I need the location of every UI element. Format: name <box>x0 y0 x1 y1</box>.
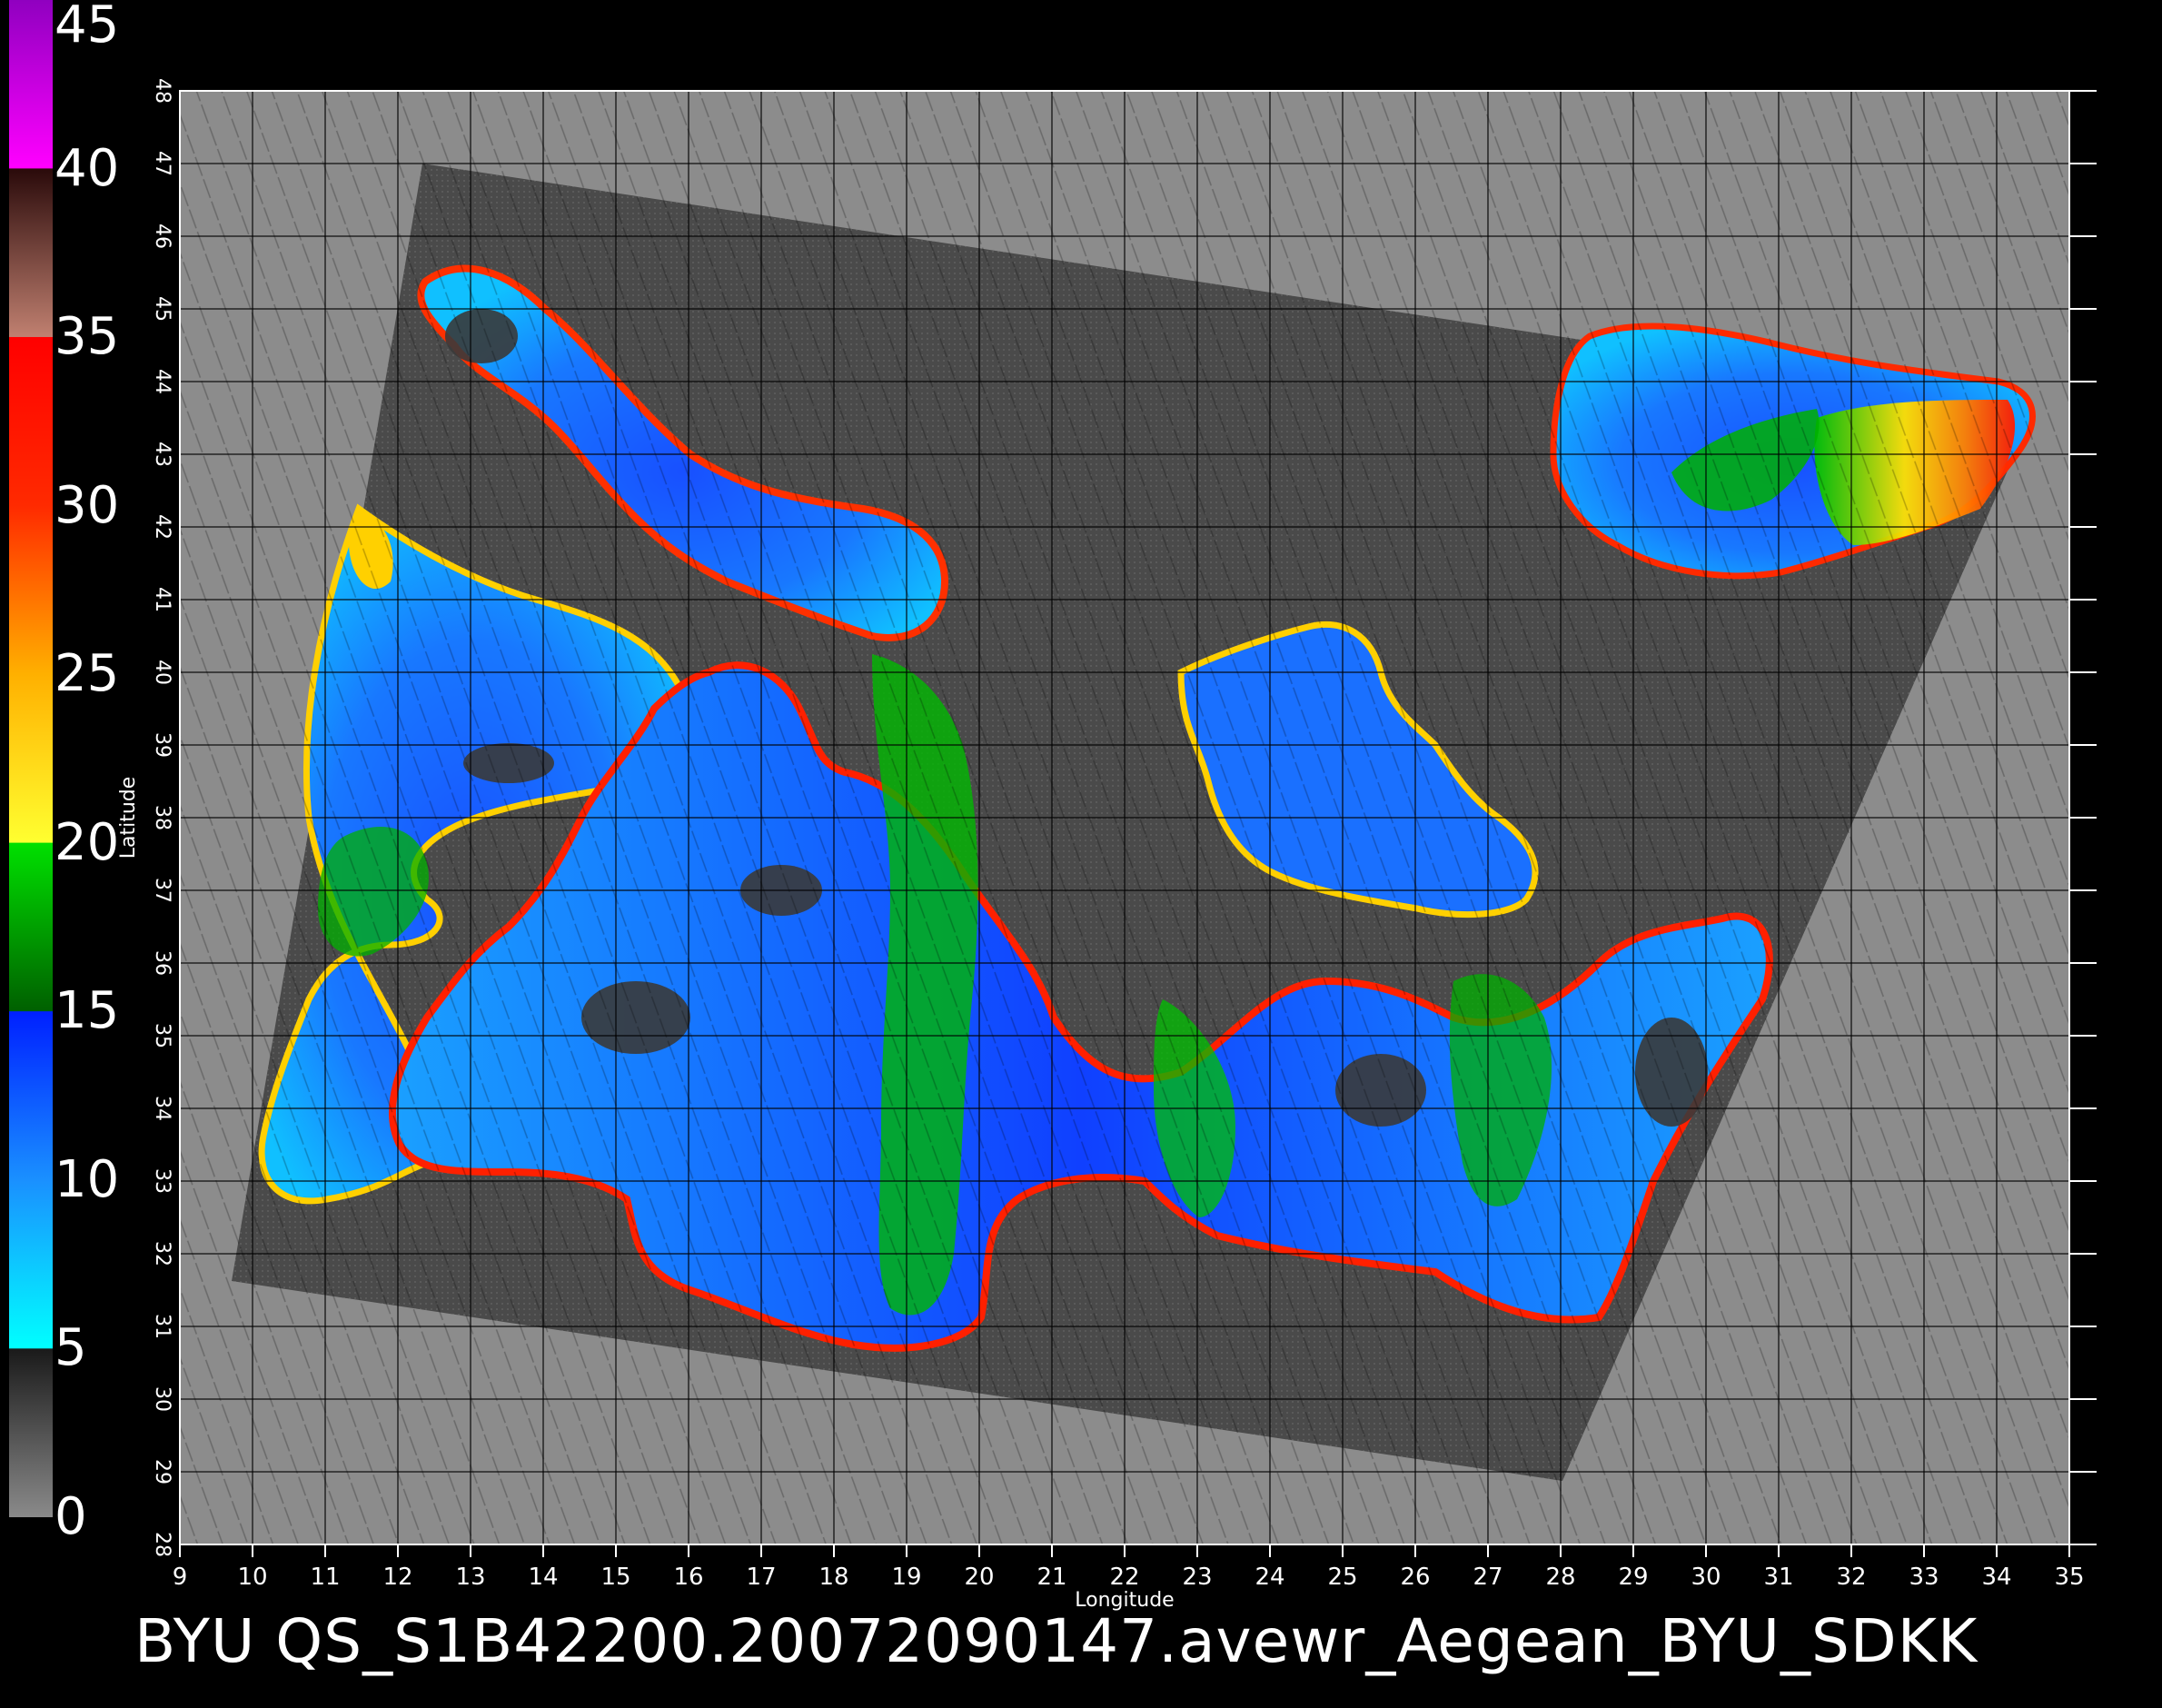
lat-tick-label: 39 <box>151 732 174 758</box>
lat-tick-label: 40 <box>151 660 174 685</box>
lat-tick-label: 37 <box>151 878 174 903</box>
lon-tick-label: 29 <box>1618 1564 1648 1591</box>
lon-tick-label: 12 <box>382 1564 412 1591</box>
lat-tick-label: 46 <box>151 223 174 249</box>
lon-tick-label: 28 <box>1545 1564 1575 1591</box>
lon-tick-label: 35 <box>2054 1564 2084 1591</box>
lon-tick-label: 13 <box>455 1564 485 1591</box>
lon-tick-label: 26 <box>1400 1564 1430 1591</box>
y-axis-label: Latitude <box>117 777 140 859</box>
lon-tick-label: 32 <box>1836 1564 1866 1591</box>
lat-tick-label: 28 <box>151 1532 174 1557</box>
lat-tick-label: 29 <box>151 1459 174 1485</box>
lon-tick-label: 21 <box>1036 1564 1066 1591</box>
lon-tick-label: 19 <box>891 1564 921 1591</box>
lon-tick-label: 9 <box>173 1564 188 1591</box>
lat-tick-label: 45 <box>151 296 174 322</box>
lat-tick-label: 42 <box>151 514 174 540</box>
lon-tick-label: 18 <box>818 1564 848 1591</box>
lon-tick-label: 27 <box>1473 1564 1502 1591</box>
lon-tick-label: 25 <box>1327 1564 1357 1591</box>
lon-tick-label: 33 <box>1909 1564 1939 1591</box>
lat-tick-label: 30 <box>151 1386 174 1412</box>
lat-tick-label: 43 <box>151 442 174 467</box>
lon-tick-label: 31 <box>1763 1564 1793 1591</box>
lon-tick-label: 10 <box>237 1564 267 1591</box>
lat-tick-label: 48 <box>151 78 174 104</box>
lon-tick-label: 30 <box>1691 1564 1721 1591</box>
lat-tick-label: 34 <box>151 1096 174 1121</box>
lon-tick-label: 34 <box>1981 1564 2011 1591</box>
lon-tick-label: 15 <box>600 1564 630 1591</box>
lat-tick-label: 47 <box>151 151 174 176</box>
product-title: BYU QS_S1B42200.20072090147.avewr_Aegean… <box>134 1606 1979 1676</box>
lat-tick-label: 41 <box>151 587 174 612</box>
lat-tick-label: 35 <box>151 1023 174 1048</box>
lon-tick-label: 23 <box>1182 1564 1212 1591</box>
lon-tick-label: 11 <box>310 1564 340 1591</box>
lat-tick-label: 32 <box>151 1241 174 1266</box>
longitude-ticks: 9 10 11 12 13 14 15 16 17 18 19 20 21 22 23 24 25 26 27 28 2… <box>173 1544 2085 1591</box>
lon-tick-label: 16 <box>673 1564 703 1591</box>
lon-tick-label: 14 <box>528 1564 558 1591</box>
lat-tick-label: 38 <box>151 805 174 830</box>
lon-tick-label: 24 <box>1255 1564 1284 1591</box>
lat-tick-label: 44 <box>151 369 174 394</box>
lat-tick-label: 31 <box>151 1314 174 1339</box>
lat-tick-label: 33 <box>151 1168 174 1194</box>
lon-tick-label: 22 <box>1109 1564 1139 1591</box>
lon-tick-label: 20 <box>964 1564 994 1591</box>
wind-speed-map: 9 10 11 12 13 14 15 16 17 18 19 20 21 22 23 24 25 26 27 28 2… <box>117 78 2097 1612</box>
grid-lines <box>179 90 2070 1545</box>
lat-tick-label: 36 <box>151 950 174 976</box>
lon-tick-label: 17 <box>746 1564 776 1591</box>
